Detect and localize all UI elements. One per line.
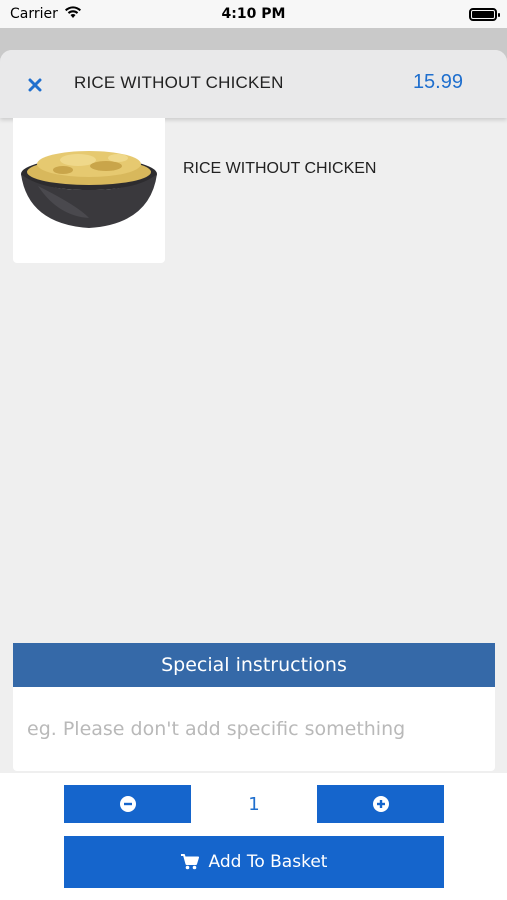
product-name: RICE WITHOUT CHICKEN [183,160,377,177]
sheet-header: RICE WITHOUT CHICKEN 15.99 [0,50,507,118]
rice-bowl-image [21,150,157,228]
status-left: Carrier [10,5,82,23]
close-icon [28,78,42,92]
add-to-basket-label: Add To Basket [208,852,328,872]
minus-circle-icon [119,796,136,812]
carrier-label: Carrier [10,6,58,22]
add-to-basket-button[interactable]: Add To Basket [64,836,444,888]
product-image-card [13,118,165,263]
wifi-icon [64,5,82,23]
close-button[interactable] [24,74,46,96]
increase-quantity-button[interactable] [317,785,444,823]
special-instructions-input[interactable] [13,687,495,771]
plus-circle-icon [372,796,389,812]
special-instructions-title: Special instructions [13,643,495,687]
bottom-panel: 1 Add To Basket [0,773,507,900]
header-title: RICE WITHOUT CHICKEN [74,73,284,92]
decrease-quantity-button[interactable] [64,785,191,823]
quantity-value: 1 [248,793,260,815]
product-detail-sheet: RICE WITHOUT CHICKEN 15.99 RICE WITHOUT … [0,50,507,900]
header-price: 15.99 [412,71,463,93]
status-bar: Carrier 4:10 PM [0,0,507,28]
battery-icon [469,7,500,21]
cart-icon [180,854,199,870]
